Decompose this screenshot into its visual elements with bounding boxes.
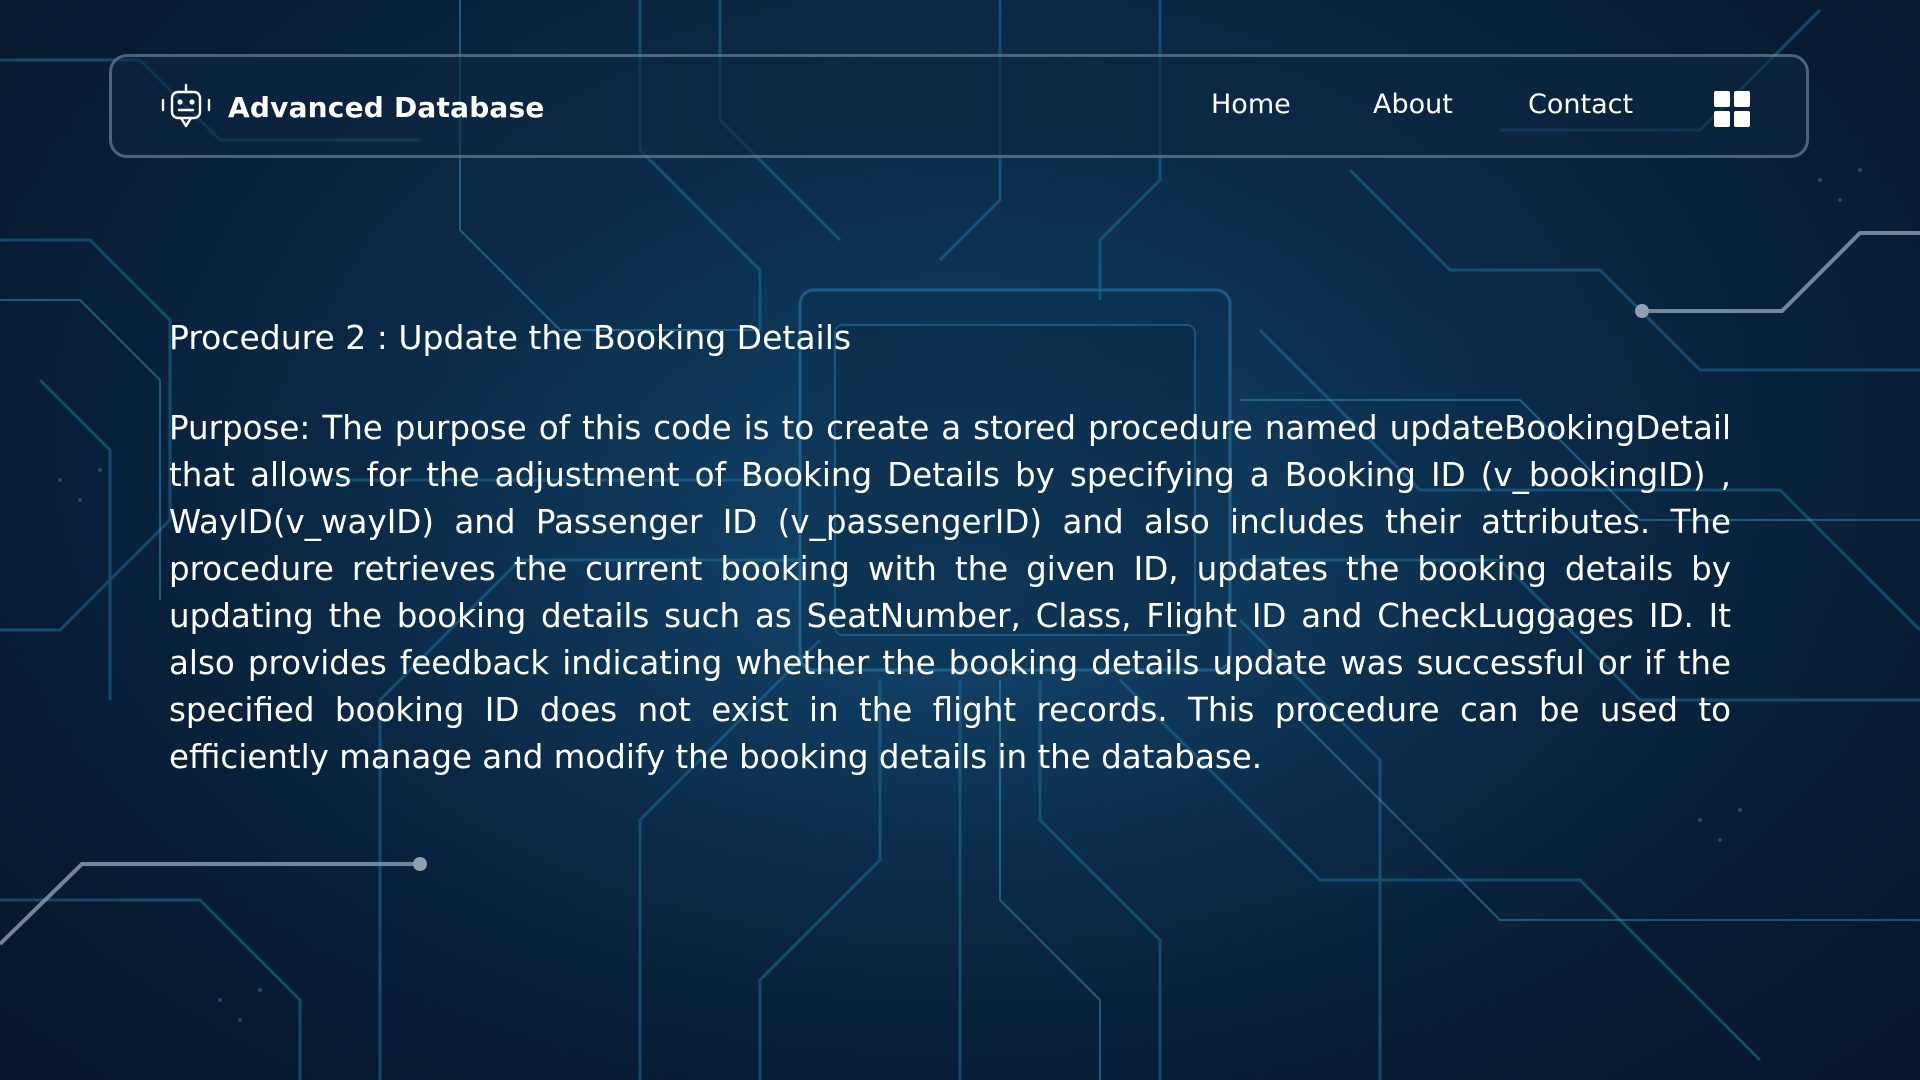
main-content: Procedure 2 : Update the Booking Details…: [169, 315, 1731, 781]
grid-icon[interactable]: [1714, 91, 1750, 127]
page-title: Procedure 2 : Update the Booking Details: [169, 318, 852, 357]
purpose-paragraph: Purpose: The purpose of this code is to …: [169, 409, 1731, 776]
brand-name: Advanced Database: [228, 90, 545, 124]
top-navigation-bar: Advanced Database Home About Contact: [109, 54, 1809, 158]
nav-home-link[interactable]: Home: [1211, 89, 1291, 120]
nav-contact-link[interactable]: Contact: [1528, 89, 1633, 120]
nav-about-link[interactable]: About: [1373, 89, 1453, 120]
robot-icon: [161, 83, 211, 128]
brand[interactable]: Advanced Database: [158, 81, 545, 133]
